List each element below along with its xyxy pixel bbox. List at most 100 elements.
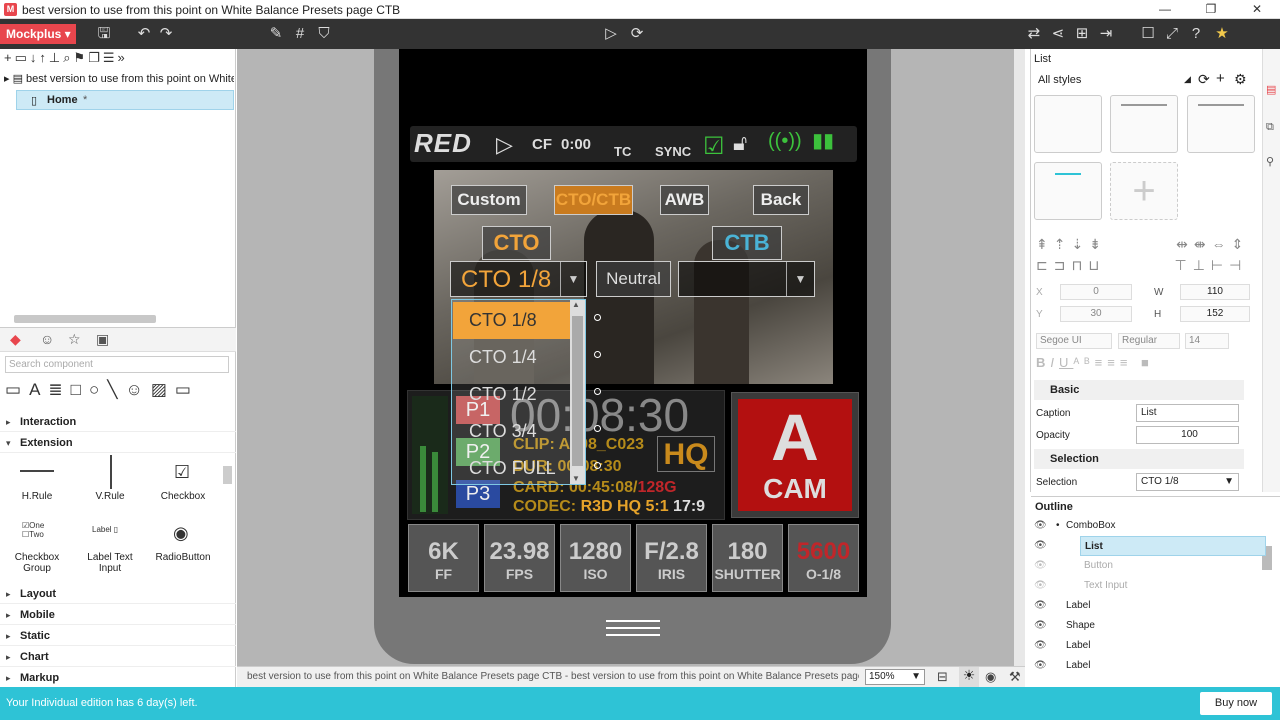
copy-icon[interactable]: ❐	[88, 50, 103, 65]
component-scrollbar[interactable]	[223, 466, 232, 484]
help-icon[interactable]: ?	[1186, 19, 1206, 49]
flag-icon[interactable]: ⚑	[74, 50, 89, 65]
component-radiobutton[interactable]: RadioButton	[148, 552, 218, 563]
refresh-icon[interactable]: ⟳	[1198, 71, 1210, 88]
text-format-row[interactable]: BIUᴬᴮ≡≡≡ ■	[1036, 355, 1154, 370]
chevron-down-icon[interactable]: ▼	[560, 262, 586, 296]
project-root[interactable]: ▸ ▤ best version to use from this point …	[4, 72, 234, 85]
search-component-input[interactable]: Search component	[5, 356, 229, 373]
x-field[interactable]: 0	[1060, 284, 1132, 300]
eye-icon[interactable]: ◉	[985, 669, 996, 685]
restore-button[interactable]: ❐	[1188, 0, 1234, 19]
tile-iso[interactable]: 1280 ISO	[560, 524, 631, 592]
font-size-select[interactable]: 14	[1185, 333, 1229, 349]
picture-icon[interactable]: ▨	[151, 380, 175, 399]
add-icon[interactable]: +	[4, 50, 15, 65]
minimize-button[interactable]: —	[1142, 0, 1188, 19]
folder-icon[interactable]: ▭	[15, 50, 30, 65]
eye-icon[interactable]: 👁︎	[1034, 636, 1047, 656]
component-checkbox[interactable]: Checkbox	[148, 491, 218, 502]
undo-icon[interactable]: ↶	[134, 19, 154, 49]
grid-icon[interactable]: #	[290, 19, 310, 49]
outline-row-label[interactable]: 👁︎ Label	[1034, 636, 1266, 656]
list-item[interactable]: CTO 1/8	[453, 302, 570, 339]
text-icon[interactable]: A	[29, 380, 48, 399]
save-icon[interactable]: 🖫	[94, 19, 114, 49]
category-chart[interactable]: Chart	[0, 647, 236, 667]
align-tools-row-2[interactable]: ⊏⊐⊓⊔ ⊤⊥⊢⊣	[1036, 257, 1247, 274]
resize-handle[interactable]	[594, 462, 601, 469]
outline-row-shape[interactable]: 👁︎ Shape	[1034, 616, 1266, 636]
sun-icon[interactable]: ☀	[959, 667, 979, 687]
scroll-down-icon[interactable]: ▼	[572, 474, 580, 483]
search-icon[interactable]: ⌕	[63, 50, 73, 65]
caption-input[interactable]: List	[1136, 404, 1239, 422]
emoji-icon[interactable]: ☺	[40, 331, 54, 347]
eye-icon[interactable]: 👁︎	[1034, 556, 1047, 576]
back-button[interactable]: Back	[753, 185, 809, 215]
sync-icon[interactable]: ⟳	[627, 19, 647, 49]
basic-section[interactable]: Basic	[1034, 380, 1244, 400]
tree-item-home[interactable]: ▯ Home *	[16, 90, 234, 110]
tile-white-balance[interactable]: 5600 O-1/8	[788, 524, 859, 592]
component-hrule[interactable]: H.Rule	[2, 491, 72, 502]
trophy-icon[interactable]: ★	[1212, 19, 1232, 49]
layout-icon[interactable]: ⊟	[937, 669, 948, 685]
eye-icon[interactable]: 👁︎	[1034, 516, 1047, 536]
resize-handle[interactable]	[594, 425, 601, 432]
align-tools-row-1[interactable]: ⇞⇡⇣⇟ ⇹⇼⇔⇕	[1036, 236, 1249, 253]
style-thumbnail[interactable]	[1034, 162, 1102, 220]
window-icon[interactable]: ☐	[1138, 19, 1158, 49]
tool-icon[interactable]: ⚒	[1009, 669, 1021, 685]
rectangle-icon[interactable]: □	[71, 380, 89, 399]
component-vrule[interactable]: V.Rule	[75, 491, 145, 502]
smiley-icon[interactable]: ☺	[125, 380, 150, 399]
cto-button[interactable]: CTO	[482, 226, 551, 260]
tile-fps[interactable]: 23.98 FPS	[484, 524, 555, 592]
play-icon[interactable]: ▷	[601, 19, 621, 49]
cto-dropdown-list[interactable]: CTO 1/8 CTO 1/4 CTO 1/2 CTO 3/4 CTO FULL	[451, 299, 586, 485]
apps-icon[interactable]: ⊞	[1072, 19, 1092, 49]
y-field[interactable]: 30	[1060, 306, 1132, 322]
selection-section[interactable]: Selection	[1034, 449, 1244, 469]
list-item[interactable]: CTO FULL	[453, 450, 570, 487]
component-box-icon[interactable]: ◆	[10, 331, 21, 348]
style-thumbnail[interactable]	[1110, 95, 1178, 153]
outline-row-list[interactable]: 👁︎ List	[1034, 536, 1266, 556]
eye-icon[interactable]: 👁︎	[1034, 616, 1047, 636]
styles-filter[interactable]: All styles ◢ ⟳ + ⚙	[1034, 70, 1260, 90]
width-field[interactable]: 110	[1180, 284, 1250, 300]
interaction-icon[interactable]: ⧉	[1266, 121, 1274, 134]
resize-handle[interactable]	[594, 314, 601, 321]
more-icon[interactable]: »	[117, 50, 127, 65]
close-button[interactable]: ✕	[1234, 0, 1280, 19]
outline-row-button[interactable]: 👁︎ Button	[1034, 556, 1266, 576]
ctb-combobox[interactable]: ▼	[678, 261, 815, 297]
tile-resolution[interactable]: 6K FF	[408, 524, 479, 592]
list-scroll-thumb[interactable]	[572, 316, 583, 466]
export-icon[interactable]: ⇥	[1096, 19, 1116, 49]
component-checkbox-group[interactable]: Checkbox Group	[2, 552, 72, 574]
style-thumbnail[interactable]	[1187, 95, 1255, 153]
cto-combobox[interactable]: CTO 1/8 ▼	[450, 261, 587, 297]
outline-row-combobox[interactable]: 👁︎ • ComboBox	[1034, 516, 1266, 536]
list-item[interactable]: CTO 1/4	[453, 339, 570, 376]
outline-row-label[interactable]: 👁︎ Label	[1034, 656, 1266, 676]
mockplus-menu-button[interactable]: Mockplus ▾	[0, 24, 76, 44]
add-style-icon[interactable]: +	[1110, 162, 1178, 220]
outline-row-label[interactable]: 👁︎ Label	[1034, 596, 1266, 616]
awb-button[interactable]: AWB	[660, 185, 709, 215]
resize-handle[interactable]	[594, 351, 601, 358]
fill-icon[interactable]: ⛉	[314, 19, 334, 49]
outline-row-text-input[interactable]: 👁︎ Text Input	[1034, 576, 1266, 596]
category-markup[interactable]: Markup	[0, 668, 236, 688]
list-icon[interactable]: ☰	[103, 50, 118, 65]
share-icon[interactable]: ⋖	[1048, 19, 1068, 49]
ctb-button[interactable]: CTB	[712, 226, 782, 260]
category-interaction[interactable]: Interaction	[0, 412, 236, 432]
scroll-up-icon[interactable]: ▲	[572, 300, 580, 309]
canvas-vertical-scrollbar[interactable]	[1014, 49, 1025, 666]
star-icon[interactable]: ☆	[68, 331, 81, 348]
category-mobile[interactable]: Mobile	[0, 605, 236, 625]
category-layout[interactable]: Layout	[0, 584, 236, 604]
